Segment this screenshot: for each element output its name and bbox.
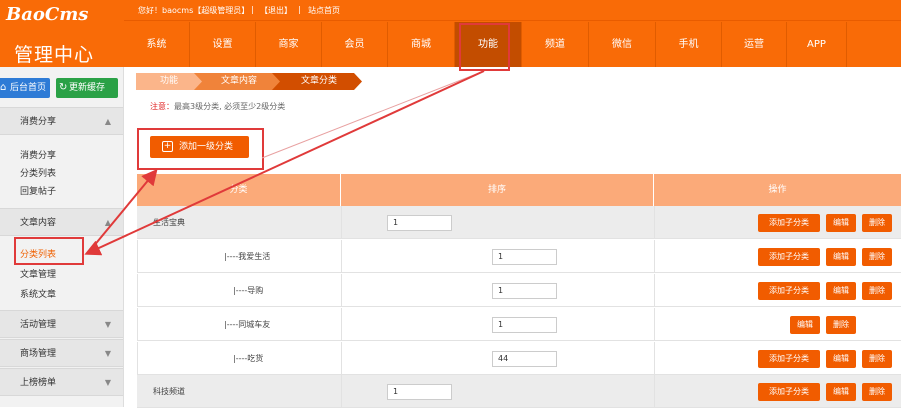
greeting-text: 您好！baocms【超级管理员】 [138,6,250,15]
delete-button[interactable]: 删除 [862,214,892,232]
sidebar-item-category-list[interactable]: 分类列表 [20,166,56,179]
sidebar-group-title: 商场管理 [20,349,57,359]
edit-button[interactable]: 编辑 [790,316,820,334]
nav-item-settings[interactable]: 设置 [190,22,256,67]
notice-body: 最高3级分类, 必须至少2级分类 [174,102,286,111]
logo-text-en: BaoCms [6,4,89,25]
sidebar-group-ranking[interactable]: 上榜榜单 ▼ [0,368,123,396]
sidebar-group-title: 文章内容 [20,218,57,228]
refresh-cache-label: 更新缓存 [69,83,106,93]
edit-button[interactable]: 编辑 [826,214,856,232]
add-subcategory-button[interactable]: 添加子分类 [758,248,820,266]
separator: | [251,5,254,14]
sort-input[interactable]: 1 [387,384,452,400]
sidebar-group-mall-manage[interactable]: 商场管理 ▼ [0,339,123,367]
separator: | [298,5,301,14]
nav-item-merchant[interactable]: 商家 [256,22,322,67]
sort-input[interactable]: 1 [492,317,557,333]
column-header-actions: 操作 [768,185,787,195]
category-name: 生活宝典 [153,218,185,227]
edit-button[interactable]: 编辑 [826,350,856,368]
add-subcategory-button[interactable]: 添加子分类 [758,282,820,300]
refresh-icon: ↻ [59,82,68,93]
table-row: |----我爱生活 1 添加子分类 编辑 删除 [137,240,901,273]
notice-text: 注意：最高3级分类, 必须至少2级分类 [150,101,285,112]
column-header-category: 分类 [137,174,341,206]
nav-item-app[interactable]: APP [787,22,847,67]
sidebar-group-title: 消费分享 [20,117,57,127]
home-button-label: 后台首页 [10,83,47,93]
category-name: |----吃货 [233,354,264,363]
chevron-down-icon: ▼ [104,378,111,387]
table-row: 科技频道 1 添加子分类 编辑 删除 [137,375,901,408]
sidebar-group-article-content[interactable]: 文章内容 ▲ [0,208,123,236]
chevron-down-icon: ▼ [104,320,111,329]
category-name: |----我爱生活 [224,252,271,261]
category-name: |----同城车友 [224,320,271,329]
sort-input[interactable]: 1 [492,249,557,265]
highlight-box-add-button [137,128,264,170]
nav-item-member[interactable]: 会员 [322,22,388,67]
chevron-up-icon: ▲ [104,218,111,227]
add-subcategory-button[interactable]: 添加子分类 [758,214,820,232]
logo: BaoCms 管理中心 [0,0,124,67]
breadcrumb-item-article[interactable]: 文章内容 [208,73,270,90]
sidebar-item-consume-share[interactable]: 消费分享 [20,148,56,161]
nav-item-operation[interactable]: 运营 [722,22,787,67]
breadcrumb-item-function[interactable]: 功能 [144,73,194,90]
user-bar: 您好！baocms【超级管理员】 | 【退出】 | 站点首页 [124,0,901,21]
highlight-box-category-list [14,237,84,265]
category-name: |----导购 [233,286,264,295]
main-nav: 系统 设置 商家 会员 商城 功能 频道 微信 手机 运营 APP [124,22,901,67]
table-row: 生活宝典 1 添加子分类 编辑 删除 [137,206,901,239]
sidebar-item-system-article[interactable]: 系统文章 [20,287,56,300]
edit-button[interactable]: 编辑 [826,248,856,266]
logo-text-cn: 管理中心 [14,44,95,66]
chevron-down-icon: ▼ [104,349,111,358]
refresh-cache-button[interactable]: ↻ 更新缓存 [56,78,118,98]
home-button[interactable]: ⌂ 后台首页 [0,78,50,98]
sidebar-item-reply-posts[interactable]: 回复帖子 [20,184,56,197]
category-name: 科技频道 [153,387,185,396]
home-icon: ⌂ [0,82,7,93]
breadcrumb-item-category: 文章分类 [300,76,337,86]
site-home-link[interactable]: 站点首页 [308,5,340,16]
sidebar-group-title: 活动管理 [20,320,57,330]
nav-item-mobile[interactable]: 手机 [656,22,722,67]
table-row: |----同城车友 1 编辑 删除 [137,308,901,341]
nav-item-mall[interactable]: 商城 [388,22,455,67]
sidebar-group-activity[interactable]: 活动管理 ▼ [0,310,123,338]
delete-button[interactable]: 删除 [826,316,856,334]
add-subcategory-button[interactable]: 添加子分类 [758,350,820,368]
nav-item-system[interactable]: 系统 [124,22,190,67]
delete-button[interactable]: 删除 [862,248,892,266]
table-row: |----导购 1 添加子分类 编辑 删除 [137,274,901,307]
delete-button[interactable]: 删除 [862,383,892,401]
delete-button[interactable]: 删除 [862,350,892,368]
sidebar-group-title: 上榜榜单 [20,378,57,388]
table-row: |----吃货 44 添加子分类 编辑 删除 [137,342,901,375]
sort-input[interactable]: 44 [492,351,557,367]
edit-button[interactable]: 编辑 [826,383,856,401]
sidebar-item-article-manage[interactable]: 文章管理 [20,267,56,280]
highlight-box-function [459,23,510,71]
nav-item-wechat[interactable]: 微信 [589,22,656,67]
sort-input[interactable]: 1 [492,283,557,299]
sort-input[interactable]: 1 [387,215,452,231]
add-subcategory-button[interactable]: 添加子分类 [758,383,820,401]
edit-button[interactable]: 编辑 [826,282,856,300]
nav-item-channel[interactable]: 频道 [522,22,589,67]
delete-button[interactable]: 删除 [862,282,892,300]
notice-label: 注意： [150,102,174,111]
sidebar-group-consume-share[interactable]: 消费分享 ▲ [0,107,123,135]
logout-link[interactable]: 【退出】 [260,5,292,16]
column-header-sort: 排序 [341,174,654,206]
chevron-up-icon: ▲ [104,117,111,126]
table-header: 分类 排序 操作 [137,174,901,206]
